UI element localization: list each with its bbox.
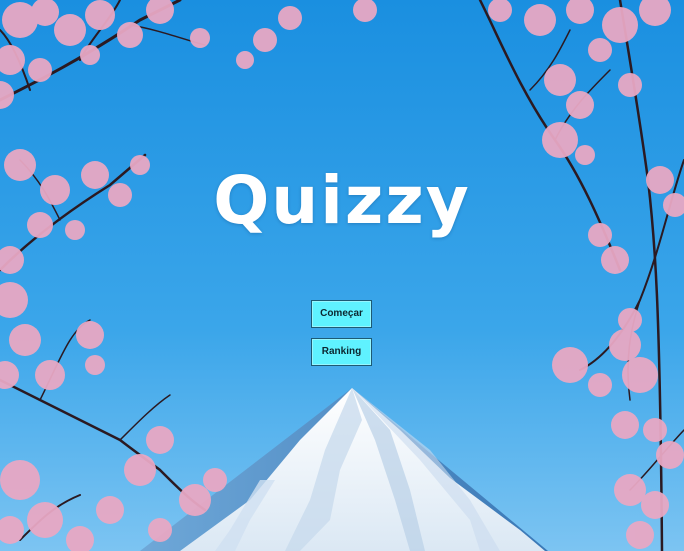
- start-button[interactable]: Começar: [311, 300, 372, 328]
- background-scene: [0, 0, 684, 551]
- ranking-button[interactable]: Ranking: [311, 338, 372, 366]
- app-title: Quizzy: [213, 162, 471, 239]
